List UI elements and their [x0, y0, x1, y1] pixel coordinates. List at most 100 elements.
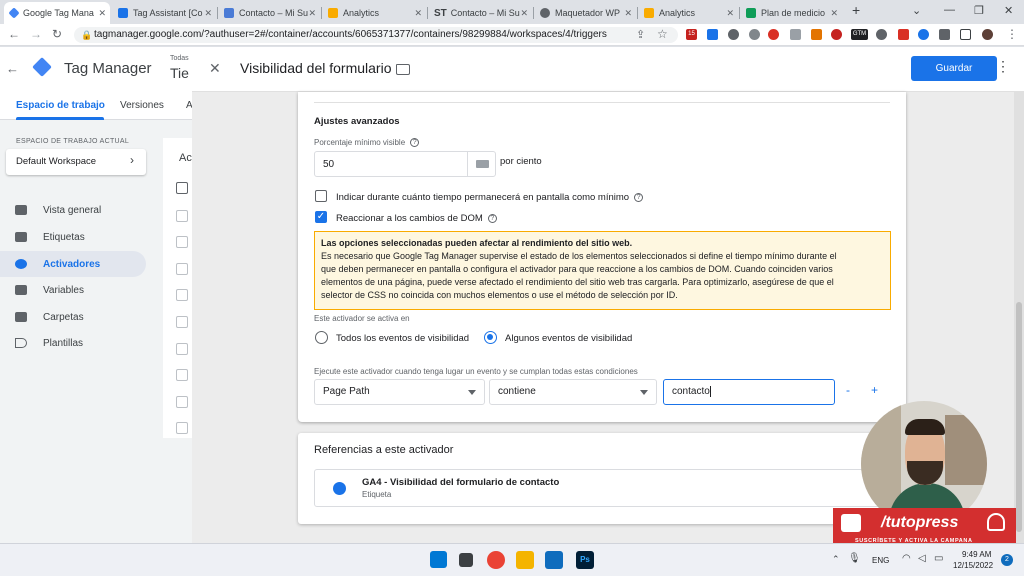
minimize-button[interactable]: — [944, 4, 955, 16]
remove-condition-button[interactable]: - [846, 383, 850, 397]
gtm-extension-icon[interactable]: GTM [851, 29, 868, 40]
row-checkbox[interactable] [176, 210, 188, 222]
sidebar-item-variables[interactable]: Variables [0, 277, 146, 303]
row-checkbox[interactable] [176, 236, 188, 248]
all-visibility-events-radio[interactable] [315, 331, 328, 344]
avatar[interactable] [982, 29, 993, 40]
trigger-name-title[interactable]: Visibilidad del formulario [240, 60, 391, 76]
windows-start-icon[interactable] [430, 551, 447, 568]
container-name[interactable]: Tie [170, 65, 189, 81]
tab-plan-medicion[interactable]: Plan de medicio ✕ [740, 2, 842, 24]
wifi-icon[interactable]: ◠ [902, 553, 911, 564]
sidebar-item-templates[interactable]: Plantillas [0, 330, 146, 356]
close-icon[interactable]: ✕ [830, 8, 838, 19]
back-arrow-icon[interactable]: ← [8, 27, 20, 41]
reload-icon[interactable]: ↻ [52, 27, 62, 41]
row-checkbox[interactable] [176, 343, 188, 355]
battery-icon[interactable]: ▭ [934, 553, 943, 564]
puzzle-icon[interactable] [939, 29, 950, 40]
close-icon[interactable]: ✕ [624, 8, 632, 19]
adblock-icon[interactable] [768, 29, 779, 40]
back-arrow-icon[interactable]: ← [6, 61, 19, 76]
window-close-button[interactable]: ✕ [1004, 4, 1013, 17]
scrollbar-thumb[interactable] [1016, 302, 1022, 532]
select-all-checkbox[interactable] [176, 182, 188, 194]
more-options-icon[interactable]: ⋮ [996, 58, 1010, 75]
chevron-down-icon[interactable]: ⌄ [912, 4, 921, 17]
close-icon[interactable]: ✕ [204, 8, 212, 19]
tab-analytics-2[interactable]: Analytics ✕ [638, 2, 738, 24]
share-icon[interactable]: ⇪ [636, 28, 645, 41]
tab-tag-assistant[interactable]: Tag Assistant [Co ✕ [112, 2, 216, 24]
min-time-checkbox[interactable] [315, 190, 327, 202]
maximize-button[interactable]: ❐ [974, 4, 984, 17]
file-explorer-icon[interactable] [516, 551, 534, 569]
gear-extension-icon[interactable] [749, 29, 760, 40]
close-icon[interactable]: ✕ [726, 8, 734, 19]
new-tab-button[interactable]: + [852, 2, 860, 18]
help-icon[interactable]: ? [410, 138, 420, 148]
row-checkbox[interactable] [176, 369, 188, 381]
sidebar-item-overview[interactable]: Vista general [0, 197, 146, 223]
condition-operator-select[interactable]: contiene [489, 379, 657, 405]
microphone-icon[interactable]: 🎙 [848, 553, 861, 564]
tab-contacto-2[interactable]: ST Contacto – Mi Su ✕ [428, 2, 532, 24]
extension-icon[interactable] [831, 29, 842, 40]
browser-menu-icon[interactable]: ⋮ [1006, 27, 1018, 41]
some-visibility-events-radio[interactable] [484, 331, 497, 344]
extension-icon[interactable] [898, 29, 909, 40]
close-icon[interactable]: ✕ [98, 8, 106, 19]
close-icon[interactable]: ✕ [209, 60, 221, 77]
photoshop-icon[interactable]: Ps [576, 551, 594, 569]
condition-variable-select[interactable]: Page Path [314, 379, 485, 405]
forward-arrow-icon[interactable]: → [30, 27, 42, 41]
tab-contacto-1[interactable]: Contacto – Mi Su ✕ [218, 2, 320, 24]
folder-icon[interactable] [396, 64, 410, 75]
tab-maquetador[interactable]: Maquetador WP ✕ [534, 2, 636, 24]
row-checkbox[interactable] [176, 422, 188, 434]
extension-icon[interactable] [918, 29, 929, 40]
condition-value-input[interactable]: contacto [663, 379, 835, 405]
volume-icon[interactable]: ◁ [918, 553, 926, 564]
chevron-up-icon[interactable]: ⌃ [832, 554, 840, 565]
workspace-selector[interactable]: Default Workspace › [6, 149, 146, 175]
dom-changes-checkbox[interactable]: ✓ [315, 211, 327, 223]
add-condition-button[interactable]: + [871, 383, 878, 397]
row-checkbox[interactable] [176, 263, 188, 275]
extension-icon[interactable] [707, 29, 718, 40]
extension-icon[interactable] [728, 29, 739, 40]
tab-versions[interactable]: Versiones [120, 100, 164, 111]
sidebar-item-tags[interactable]: Etiquetas [0, 224, 146, 250]
bookmark-star-icon[interactable]: ☆ [657, 27, 668, 41]
row-checkbox[interactable] [176, 316, 188, 328]
row-checkbox[interactable] [176, 289, 188, 301]
tab-workspace[interactable]: Espacio de trabajo [16, 100, 105, 111]
language-indicator[interactable]: ENG [872, 556, 889, 565]
scrollbar-track[interactable] [1014, 92, 1024, 543]
min-percent-field[interactable]: 50 [314, 151, 496, 177]
reference-row[interactable]: GA4 - Visibilidad del formulario de cont… [314, 469, 890, 507]
row-checkbox[interactable] [176, 396, 188, 408]
mail-extension-icon[interactable]: 15 [686, 29, 697, 40]
close-icon[interactable]: ✕ [520, 8, 528, 19]
close-icon[interactable]: ✕ [308, 8, 316, 19]
save-button[interactable]: Guardar [911, 56, 997, 81]
extension-icon[interactable] [790, 29, 801, 40]
task-view-icon[interactable] [459, 553, 473, 567]
url-input[interactable]: 🔒 tagmanager.google.com/?authuser=2#/con… [74, 27, 678, 43]
variable-picker-button[interactable] [467, 152, 496, 176]
clock-time[interactable]: 9:49 AM [962, 550, 991, 559]
mail-icon[interactable] [545, 551, 563, 569]
sidebar-item-triggers[interactable]: Activadores [0, 251, 146, 277]
sidebar-item-folders[interactable]: Carpetas [0, 304, 146, 330]
close-icon[interactable]: ✕ [414, 8, 422, 19]
tab-google-tag-manager[interactable]: Google Tag Mana ✕ [4, 2, 110, 24]
sidepanel-icon[interactable] [960, 29, 971, 40]
help-icon[interactable]: ? [487, 213, 497, 223]
chrome-icon[interactable] [487, 551, 505, 569]
tab-analytics-1[interactable]: Analytics ✕ [322, 2, 426, 24]
account-breadcrumb[interactable]: Todas [170, 55, 189, 62]
extension-icon[interactable] [876, 29, 887, 40]
notification-badge[interactable]: 2 [1001, 554, 1013, 566]
clock-date[interactable]: 12/15/2022 [953, 561, 993, 570]
